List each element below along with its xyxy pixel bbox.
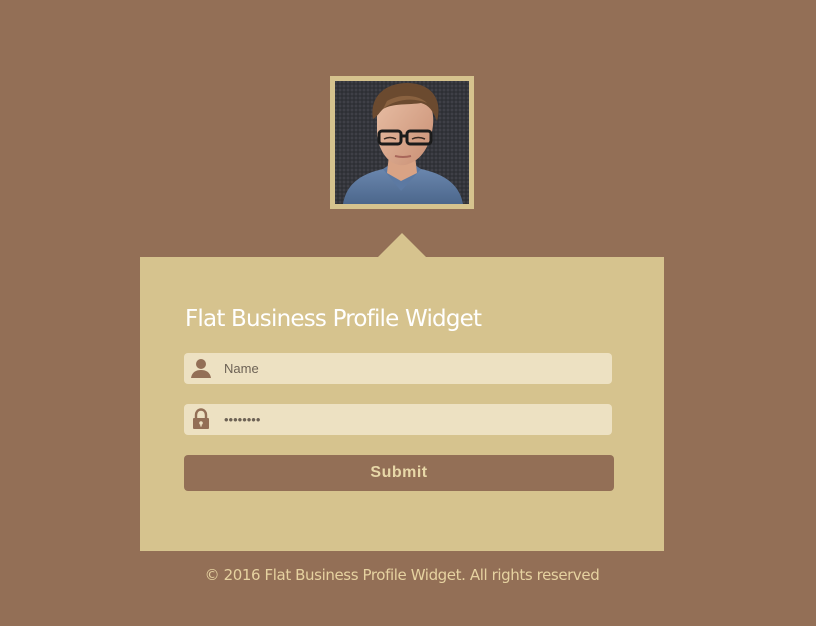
lock-icon bbox=[193, 408, 209, 429]
name-input[interactable] bbox=[218, 353, 598, 384]
password-input[interactable] bbox=[218, 404, 598, 435]
profile-photo bbox=[335, 81, 469, 204]
profile-avatar bbox=[330, 76, 474, 209]
submit-button[interactable]: Submit bbox=[184, 455, 614, 491]
copyright-text: © 2016 Flat Business Profile Widget. All… bbox=[204, 566, 600, 584]
name-field[interactable] bbox=[184, 353, 612, 384]
user-icon bbox=[191, 359, 211, 378]
widget-title: Flat Business Profile Widget bbox=[185, 306, 482, 332]
card-pointer bbox=[378, 233, 426, 257]
password-field[interactable] bbox=[184, 404, 612, 435]
profile-card: Flat Business Profile Widget Submit bbox=[140, 257, 664, 551]
